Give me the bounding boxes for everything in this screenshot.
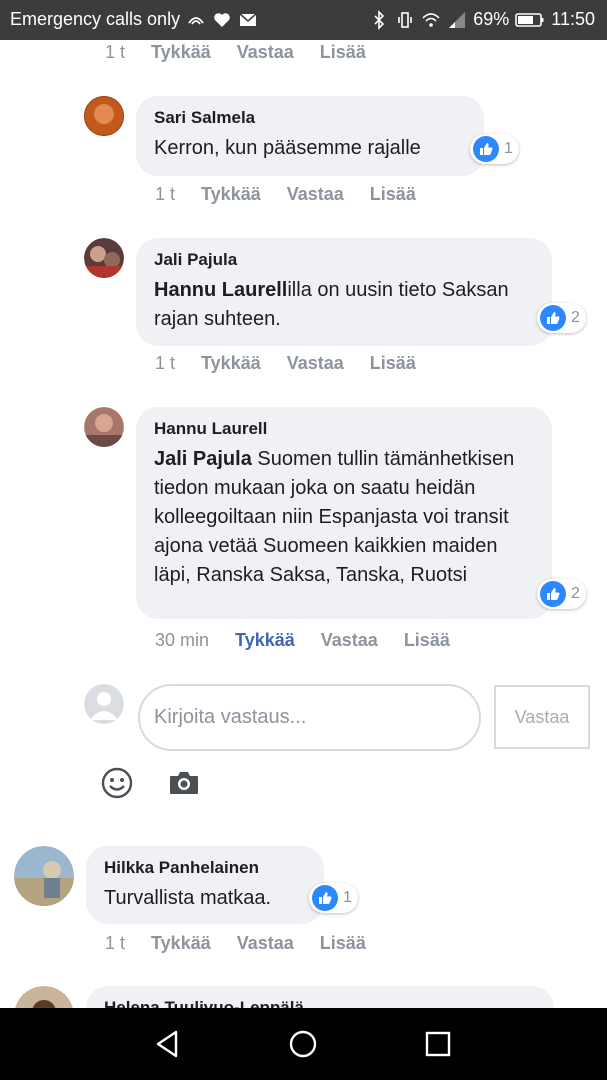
more-link[interactable]: Lisää	[320, 933, 366, 954]
like-link[interactable]: Tykkää	[151, 933, 211, 954]
comment-actions: 1 t Tykkää Vastaa Lisää	[155, 353, 442, 374]
comment-author[interactable]: Hilkka Panhelainen	[104, 858, 306, 878]
reply-link[interactable]: Vastaa	[237, 933, 294, 954]
comment-bubble[interactable]: Hannu Laurell Jali Pajula Suomen tullin …	[136, 407, 552, 619]
avatar[interactable]	[84, 407, 124, 447]
like-link[interactable]: Tykkää	[201, 184, 261, 205]
reply-submit-button[interactable]: Vastaa	[494, 685, 590, 749]
back-icon[interactable]	[150, 1026, 186, 1062]
comment-text: Turvallista matkaa.	[104, 887, 272, 909]
avatar[interactable]	[84, 96, 124, 136]
reaction-summary[interactable]: 2	[537, 579, 586, 609]
navigation-bar	[0, 1008, 607, 1080]
home-icon[interactable]	[285, 1026, 321, 1062]
reaction-summary[interactable]: 1	[309, 883, 358, 913]
like-link[interactable]: Tykkää	[151, 42, 211, 63]
carrier-label: Emergency calls only	[10, 9, 181, 29]
reply-link[interactable]: Vastaa	[321, 630, 378, 651]
comment-time: 1 t	[105, 42, 126, 62]
mail-icon	[239, 12, 257, 26]
comment-time: 1 t	[105, 933, 126, 953]
reply-link[interactable]: Vastaa	[287, 353, 344, 374]
comment-bubble[interactable]: Jali Pajula Hannu Laurellilla on uusin t…	[136, 238, 552, 346]
health-icon	[214, 12, 230, 27]
reply-link[interactable]: Vastaa	[237, 42, 294, 63]
reaction-count: 1	[504, 140, 513, 157]
more-link[interactable]: Lisää	[370, 353, 416, 374]
mention-link[interactable]: Hannu Laurell	[154, 279, 287, 301]
battery-percent: 69%	[473, 9, 510, 29]
more-link[interactable]: Lisää	[404, 630, 450, 651]
thumbs-up-icon	[540, 581, 566, 607]
comment-author[interactable]: Helena Tuulivuo-Leppälä	[104, 998, 536, 1008]
wifi-icon	[422, 12, 440, 27]
avatar[interactable]	[84, 238, 124, 278]
comment-author[interactable]: Jali Pajula	[154, 250, 534, 270]
status-bar: Emergency calls only 69% 11:50	[0, 0, 607, 40]
reaction-count: 2	[571, 585, 580, 602]
reaction-count: 2	[571, 309, 580, 326]
mention-link[interactable]: Jali Pajula	[154, 448, 252, 470]
battery-icon	[515, 12, 544, 27]
like-link-active[interactable]: Tykkää	[235, 630, 295, 651]
smiley-icon[interactable]	[101, 767, 133, 799]
clock: 11:50	[551, 9, 595, 29]
comment-bubble[interactable]: Hilkka Panhelainen Turvallista matkaa.	[86, 846, 324, 924]
comment-actions: 30 min Tykkää Vastaa Lisää	[155, 630, 476, 651]
comment-time: 1 t	[155, 184, 176, 204]
comment-text: Hannu Laurellilla on uusin tieto Saksan …	[154, 276, 534, 334]
avatar[interactable]	[14, 846, 74, 906]
comment-actions: 1 t Tykkää Vastaa Lisää	[105, 42, 392, 63]
like-link[interactable]: Tykkää	[201, 353, 261, 374]
more-link[interactable]: Lisää	[320, 42, 366, 63]
reaction-count: 1	[343, 889, 352, 906]
vibrate-icon	[398, 11, 413, 28]
reaction-summary[interactable]: 1	[470, 134, 519, 164]
thumbs-up-icon	[473, 136, 499, 162]
comment-bubble[interactable]: Sari Salmela Kerron, kun pääsemme rajall…	[136, 96, 484, 176]
comment-time: 1 t	[155, 353, 176, 373]
comment-author[interactable]: Hannu Laurell	[154, 419, 534, 439]
nfc-icon	[188, 16, 204, 25]
comment-time: 30 min	[155, 630, 210, 650]
avatar[interactable]	[14, 986, 74, 1008]
thumbs-up-icon	[312, 885, 338, 911]
signal-icon	[449, 11, 466, 28]
comment-bubble[interactable]: Helena Tuulivuo-Leppälä	[86, 986, 554, 1008]
reply-input[interactable]: Kirjoita vastaus...	[138, 684, 481, 751]
comment-text: Jali Pajula Suomen tullin tämänhetkisen …	[154, 445, 534, 590]
comment-actions: 1 t Tykkää Vastaa Lisää	[155, 184, 442, 205]
camera-icon[interactable]	[168, 769, 200, 797]
comment-thread: 1 t Tykkää Vastaa Lisää Sari Salmela Ker…	[0, 40, 607, 1008]
bluetooth-icon	[374, 9, 385, 30]
thumbs-up-icon	[540, 305, 566, 331]
comment-author[interactable]: Sari Salmela	[154, 108, 466, 128]
more-link[interactable]: Lisää	[370, 184, 416, 205]
reply-link[interactable]: Vastaa	[287, 184, 344, 205]
reaction-summary[interactable]: 2	[537, 303, 586, 333]
comment-actions: 1 t Tykkää Vastaa Lisää	[105, 933, 392, 954]
comment-text: Kerron, kun pääsemme rajalle	[154, 137, 421, 159]
current-user-avatar	[84, 684, 124, 724]
recents-icon[interactable]	[420, 1026, 456, 1062]
